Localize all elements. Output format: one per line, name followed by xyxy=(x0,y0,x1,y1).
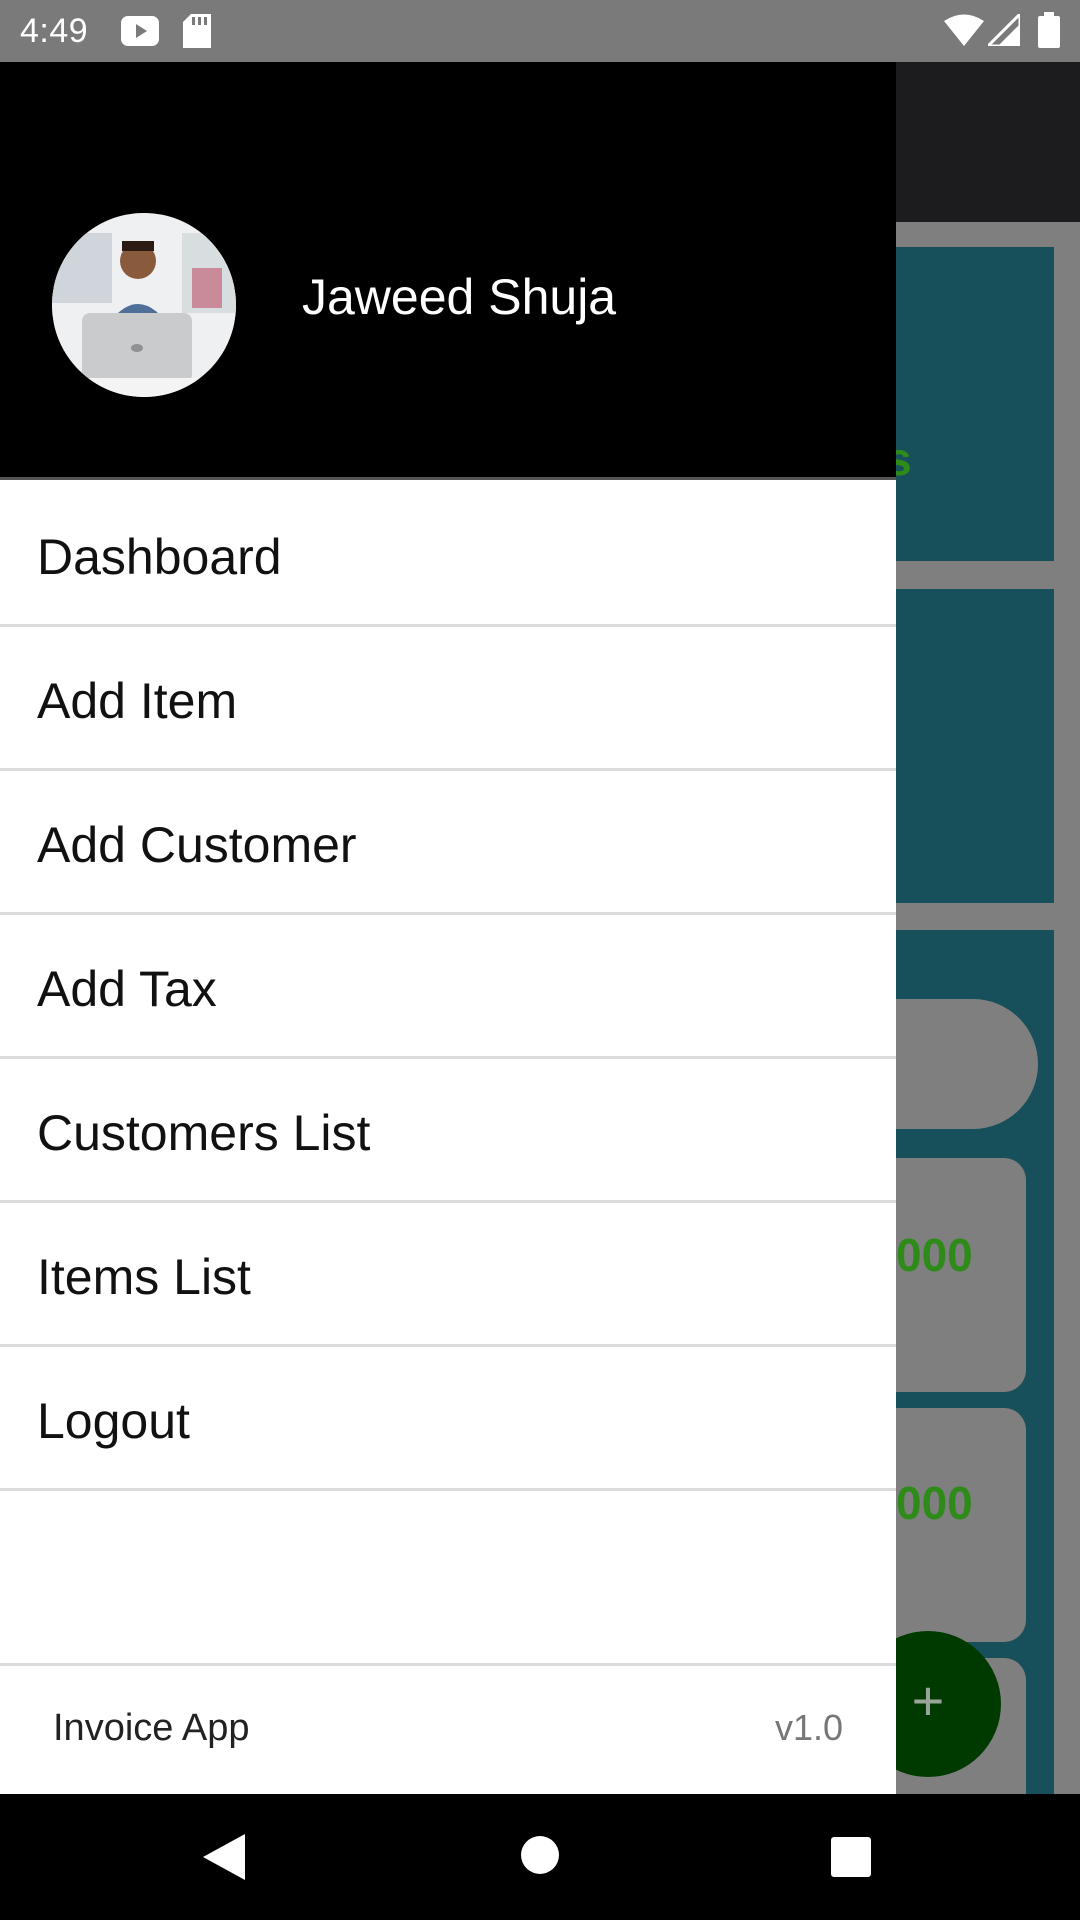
home-icon[interactable] xyxy=(520,1835,560,1880)
menu-item-add-tax[interactable]: Add Tax xyxy=(0,915,896,1059)
drawer-menu: Dashboard Add Item Add Customer Add Tax … xyxy=(0,483,896,1491)
app-name: Invoice App xyxy=(53,1707,250,1749)
menu-item-label: Dashboard xyxy=(37,529,282,585)
recents-icon[interactable] xyxy=(831,1837,871,1882)
partial-amount: 000 xyxy=(896,1477,973,1529)
menu-item-label: Logout xyxy=(37,1393,190,1449)
stat-card: s xyxy=(886,247,1054,561)
cellular-signal-icon xyxy=(984,10,1022,51)
menu-item-label: Customers List xyxy=(37,1105,371,1161)
wifi-icon xyxy=(944,14,984,51)
menu-item-add-item[interactable]: Add Item xyxy=(0,627,896,771)
navigation-drawer: Jaweed Shuja Dashboard Add Item Add Cust… xyxy=(0,62,896,1794)
status-bar: 4:49 xyxy=(0,0,1080,62)
menu-item-logout[interactable]: Logout xyxy=(0,1347,896,1491)
menu-item-dashboard[interactable]: Dashboard xyxy=(0,483,896,627)
menu-item-add-customer[interactable]: Add Customer xyxy=(0,771,896,915)
drawer-header: Jaweed Shuja xyxy=(0,62,896,480)
navigation-bar xyxy=(0,1794,1080,1920)
menu-item-label: Add Item xyxy=(37,673,238,729)
stat-card xyxy=(896,589,1054,903)
partial-amount: 000 xyxy=(896,1229,973,1281)
youtube-icon xyxy=(121,16,159,51)
profile-photo xyxy=(52,213,236,397)
user-name: Jaweed Shuja xyxy=(302,269,617,325)
status-time: 4:49 xyxy=(20,12,89,50)
sd-card-icon xyxy=(183,14,211,53)
menu-item-customers-list[interactable]: Customers List xyxy=(0,1059,896,1203)
menu-item-label: Add Tax xyxy=(37,961,217,1017)
menu-item-label: Items List xyxy=(37,1249,251,1305)
battery-icon xyxy=(1038,12,1060,53)
avatar[interactable] xyxy=(52,213,236,397)
menu-item-items-list[interactable]: Items List xyxy=(0,1203,896,1347)
plus-icon: + xyxy=(911,1669,945,1732)
back-icon[interactable] xyxy=(203,1834,245,1885)
drawer-footer: Invoice App v1.0 xyxy=(0,1669,896,1794)
footer-divider xyxy=(0,1663,896,1666)
app-version: v1.0 xyxy=(774,1707,843,1748)
menu-item-label: Add Customer xyxy=(37,817,357,873)
